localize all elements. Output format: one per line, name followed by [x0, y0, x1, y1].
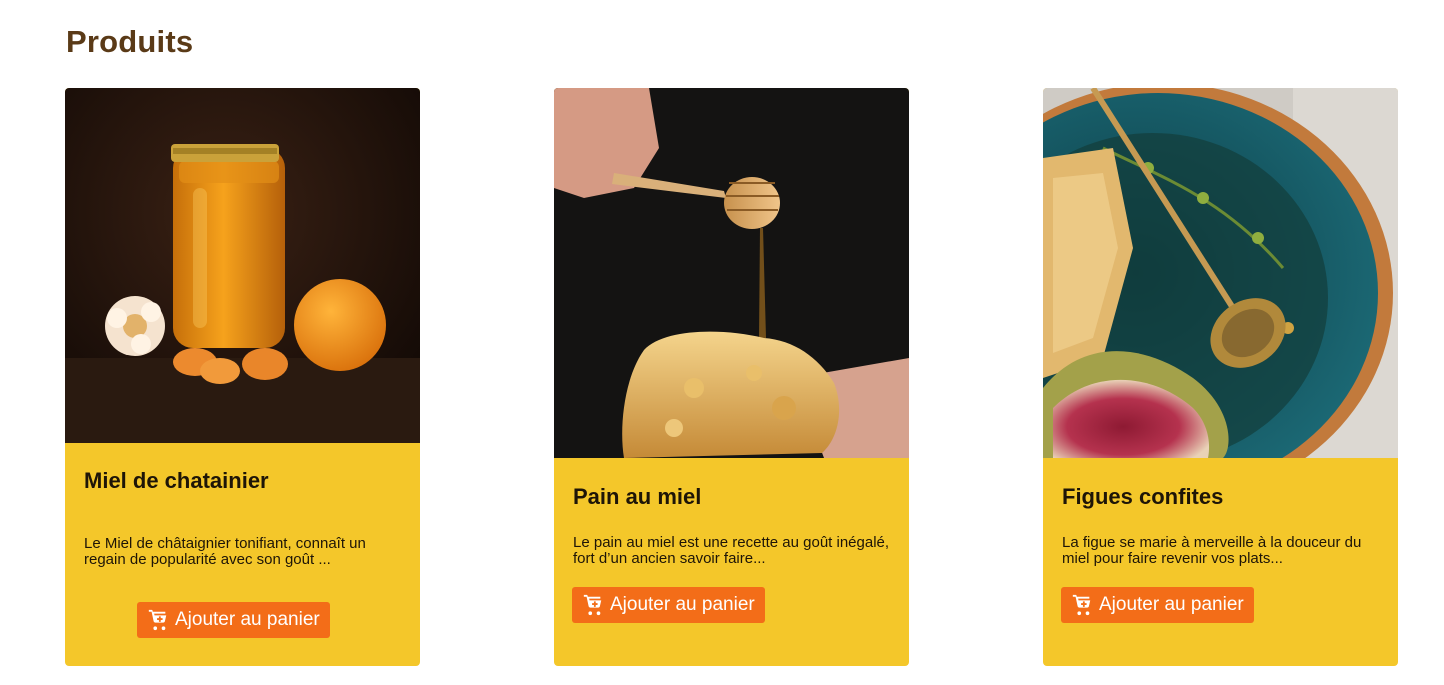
product-card-body: Figues confites La figue se marie à merv…: [1043, 458, 1398, 666]
product-description: La figue se marie à merveille à la douce…: [1062, 534, 1362, 567]
product-description: Le Miel de châtaignier tonifiant, connaî…: [84, 535, 366, 568]
add-to-cart-label: Ajouter au panier: [610, 594, 755, 615]
cart-plus-icon: [582, 594, 604, 616]
product-title: Pain au miel: [573, 484, 702, 509]
product-image: [554, 88, 909, 458]
cart-plus-icon: [147, 609, 169, 631]
product-card: Figues confites La figue se marie à merv…: [1043, 88, 1398, 666]
product-card: Pain au miel Le pain au miel est une rec…: [554, 88, 909, 666]
product-title: Miel de chatainier: [84, 468, 269, 493]
product-card-body: Pain au miel Le pain au miel est une rec…: [554, 458, 909, 666]
product-card: Miel de chatainier Le Miel de châtaignie…: [65, 88, 420, 666]
add-to-cart-button[interactable]: Ajouter au panier: [572, 587, 765, 623]
product-card-body: Miel de chatainier Le Miel de châtaignie…: [65, 443, 420, 666]
product-image: [65, 88, 420, 443]
add-to-cart-button[interactable]: Ajouter au panier: [1061, 587, 1254, 623]
product-description: Le pain au miel est une recette au goût …: [573, 534, 890, 567]
products-page: Produits Miel de chatainier Le Miel de c…: [0, 0, 1444, 685]
product-image: [1043, 88, 1398, 458]
add-to-cart-label: Ajouter au panier: [1099, 594, 1244, 615]
add-to-cart-button[interactable]: Ajouter au panier: [137, 602, 330, 638]
cart-plus-icon: [1071, 594, 1093, 616]
add-to-cart-label: Ajouter au panier: [175, 609, 320, 630]
product-title: Figues confites: [1062, 484, 1224, 509]
section-title: Produits: [66, 24, 194, 59]
